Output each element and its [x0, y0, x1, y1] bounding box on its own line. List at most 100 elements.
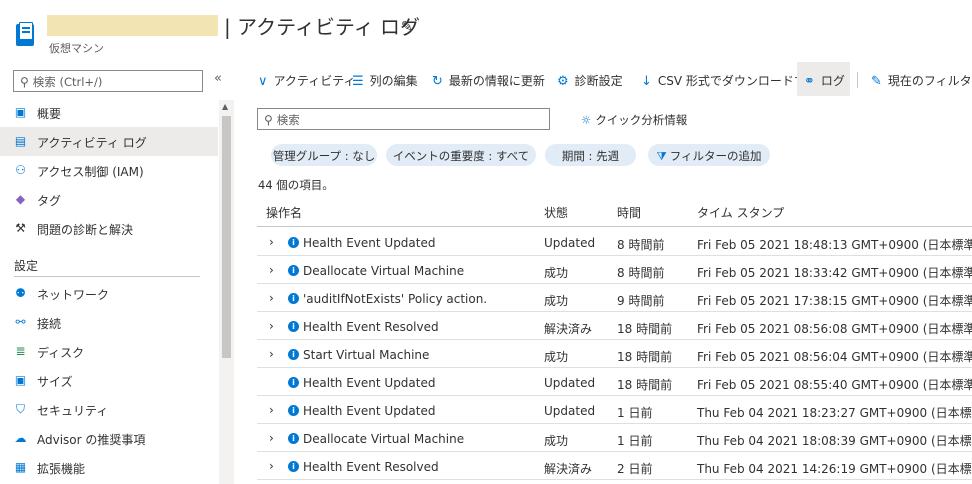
table-row[interactable]: › i Health Event Updated Updated 1 日前 Thu Feb… [257, 396, 972, 424]
lightbulb-icon: ☼ [581, 113, 592, 127]
wrench-icon: ⚒ [15, 221, 26, 235]
filter-pill-event-severity[interactable]: イベントの重要度 : すべて [386, 144, 536, 166]
activity-button[interactable]: ∨ アクティビティ [258, 62, 355, 96]
shield-icon: ⛉ [15, 402, 25, 416]
info-icon: i [288, 293, 299, 304]
sidebar-item-disks[interactable]: ≣ ディスク [0, 337, 218, 366]
sidebar-item-advisor[interactable]: ☁ Advisor の推奨事項 [0, 424, 218, 453]
sidebar-item-extensions[interactable]: ▦ 拡張機能 [0, 453, 218, 482]
pin-icon[interactable]: ✎ [401, 19, 413, 35]
table-row[interactable]: › i Deallocate Virtual Machine 成功 1 日前 Thu Fe… [257, 424, 972, 452]
collapse-nav-button[interactable]: « [214, 71, 222, 86]
sidebar-item-label: 拡張機能 [37, 462, 86, 476]
operation-name[interactable]: Health Event Updated [303, 376, 436, 390]
table-row[interactable]: › i Health Event Updated Updated 8 時間前 Fri Fe… [257, 228, 972, 256]
time-cell: 18 時間前 [617, 378, 673, 392]
sidebar-item-overview[interactable]: ▣ 概要 [0, 98, 218, 127]
diagnostic-settings-label: 診断設定 [574, 74, 623, 88]
nav-search-placeholder: 検索 (Ctrl+/) [32, 75, 103, 89]
operation-name[interactable]: Health Event Resolved [303, 320, 439, 334]
sidebar-item-security[interactable]: ⛉ セキュリティ [0, 395, 218, 424]
sidebar-item-size[interactable]: ▣ サイズ [0, 366, 218, 395]
quick-insights-button[interactable]: ☼ クイック分析情報 [581, 112, 687, 128]
vm-log-icon [16, 22, 34, 46]
timestamp-cell: Fri Feb 05 2021 17:38:15 GMT+0900 (日本標準時… [697, 294, 972, 308]
sidebar-item-label: ディスク [37, 346, 85, 360]
pin-filter-button[interactable]: ✎ 現在のフィルターを [871, 62, 972, 96]
edit-columns-button[interactable]: ☰ 列の編集 [352, 62, 418, 96]
column-header-time[interactable]: 時間 [617, 204, 641, 221]
scroll-up-icon[interactable]: ▲ [222, 102, 228, 111]
sidebar-item-networking[interactable]: ⚉ ネットワーク [0, 279, 218, 308]
table-row[interactable]: i Health Event Updated Updated 18 時間前 Fri Fe… [257, 368, 972, 396]
chevron-right-icon[interactable]: › [269, 459, 274, 473]
sidebar-item-label: アクセス制御 (IAM) [37, 165, 144, 179]
operation-name[interactable]: Health Event Updated [303, 404, 436, 418]
filter-pill-timespan[interactable]: 期間 : 先週 [545, 144, 636, 166]
info-icon: i [288, 405, 299, 416]
sidebar-item-label: セキュリティ [37, 404, 109, 418]
table-row[interactable]: › i Start Virtual Machine 成功 18 時間前 Fri Feb 0… [257, 340, 972, 368]
refresh-label: 最新の情報に更新 [448, 74, 545, 88]
scrollbar-thumb[interactable] [222, 116, 231, 358]
activity-search-input[interactable]: ⚲ 検索 [257, 108, 550, 130]
logs-icon: ⚭ [804, 74, 815, 89]
network-icon: ⚉ [15, 286, 26, 300]
sidebar-item-connect[interactable]: ⚯ 接続 [0, 308, 218, 337]
column-header-status[interactable]: 状態 [544, 204, 568, 221]
chevron-right-icon[interactable]: › [269, 319, 274, 333]
info-icon: i [288, 377, 299, 388]
sidebar-item-tags[interactable]: ◆ タグ [0, 185, 218, 214]
operation-name[interactable]: Deallocate Virtual Machine [303, 264, 464, 278]
tag-icon: ◆ [15, 192, 26, 206]
column-header-timestamp[interactable]: タイム スタンプ [697, 204, 784, 221]
nav-scrollbar[interactable]: ▲ [219, 100, 234, 484]
time-cell: 1 日前 [617, 434, 653, 448]
status-cell: Updated [544, 404, 596, 418]
chevron-right-icon[interactable]: › [269, 403, 274, 417]
chevron-right-icon[interactable]: › [269, 291, 274, 305]
operation-name[interactable]: Health Event Updated [303, 236, 436, 250]
info-icon: i [288, 461, 299, 472]
chevron-right-icon[interactable]: › [269, 263, 274, 277]
logs-button[interactable]: ⚭ ログ [797, 62, 850, 96]
operation-name[interactable]: 'auditIfNotExists' Policy action. [303, 292, 487, 306]
operation-name[interactable]: Deallocate Virtual Machine [303, 432, 464, 446]
column-header-operation[interactable]: 操作名 [266, 204, 302, 221]
disk-icon: ≣ [15, 344, 26, 358]
diagnostic-settings-button[interactable]: ⚙ 診断設定 [557, 62, 623, 96]
info-icon: i [288, 433, 299, 444]
add-filter-button[interactable]: ⧩ フィルターの追加 [648, 144, 770, 166]
operation-name[interactable]: Health Event Resolved [303, 460, 439, 474]
table-row[interactable]: › i Deallocate Virtual Machine 成功 8 時間前 Fri F… [257, 256, 972, 284]
status-cell: Updated [544, 236, 596, 250]
sidebar-item-diagnose[interactable]: ⚒ 問題の診断と解決 [0, 214, 218, 243]
sidebar-item-activity-log[interactable]: ▤ アクティビティ ログ [0, 127, 218, 156]
sidebar-item-iam[interactable]: ⚇ アクセス制御 (IAM) [0, 156, 218, 185]
connect-icon: ⚯ [15, 315, 26, 329]
download-csv-button[interactable]: ↓ CSV 形式でダウンロードする [641, 62, 818, 96]
status-cell: 解決済み [544, 322, 593, 336]
time-cell: 2 日前 [617, 462, 653, 476]
table-row[interactable]: › i Health Event Resolved 解決済み 2 日前 Thu Feb 0… [257, 452, 972, 480]
chevron-down-icon: ∨ [258, 74, 268, 89]
operation-name[interactable]: Start Virtual Machine [303, 348, 429, 362]
filter-add-icon: ⧩ [656, 149, 667, 163]
columns-icon: ☰ [352, 74, 364, 89]
search-icon: ⚲ [264, 113, 273, 127]
chevron-right-icon[interactable]: › [269, 431, 274, 445]
command-bar: ∨ アクティビティ ☰ 列の編集 ↻ 最新の情報に更新 ⚙ 診断設定 ↓ CSV 形式でダ… [250, 62, 972, 96]
timestamp-cell: Fri Feb 05 2021 08:56:04 GMT+0900 (日本標準時… [697, 350, 972, 364]
table-row[interactable]: › i Health Event Resolved 解決済み 18 時間前 Fri Feb… [257, 312, 972, 340]
table-row[interactable]: › i 'auditIfNotExists' Policy action. 成功 9 時… [257, 284, 972, 312]
chevron-right-icon[interactable]: › [269, 347, 274, 361]
chevron-right-icon[interactable]: › [269, 235, 274, 249]
filter-pill-management-group[interactable]: 管理グループ : なし [271, 144, 377, 166]
timestamp-cell: Fri Feb 05 2021 18:48:13 GMT+0900 (日本標準時… [697, 238, 972, 252]
refresh-button[interactable]: ↻ 最新の情報に更新 [432, 62, 545, 96]
sidebar-item-label: Advisor の推奨事項 [37, 433, 146, 447]
info-icon: i [288, 349, 299, 360]
timestamp-cell: Thu Feb 04 2021 18:23:27 GMT+0900 (日本標準時… [697, 406, 972, 420]
refresh-icon: ↻ [432, 74, 443, 89]
nav-search-input[interactable]: ⚲ 検索 (Ctrl+/) [13, 70, 203, 92]
